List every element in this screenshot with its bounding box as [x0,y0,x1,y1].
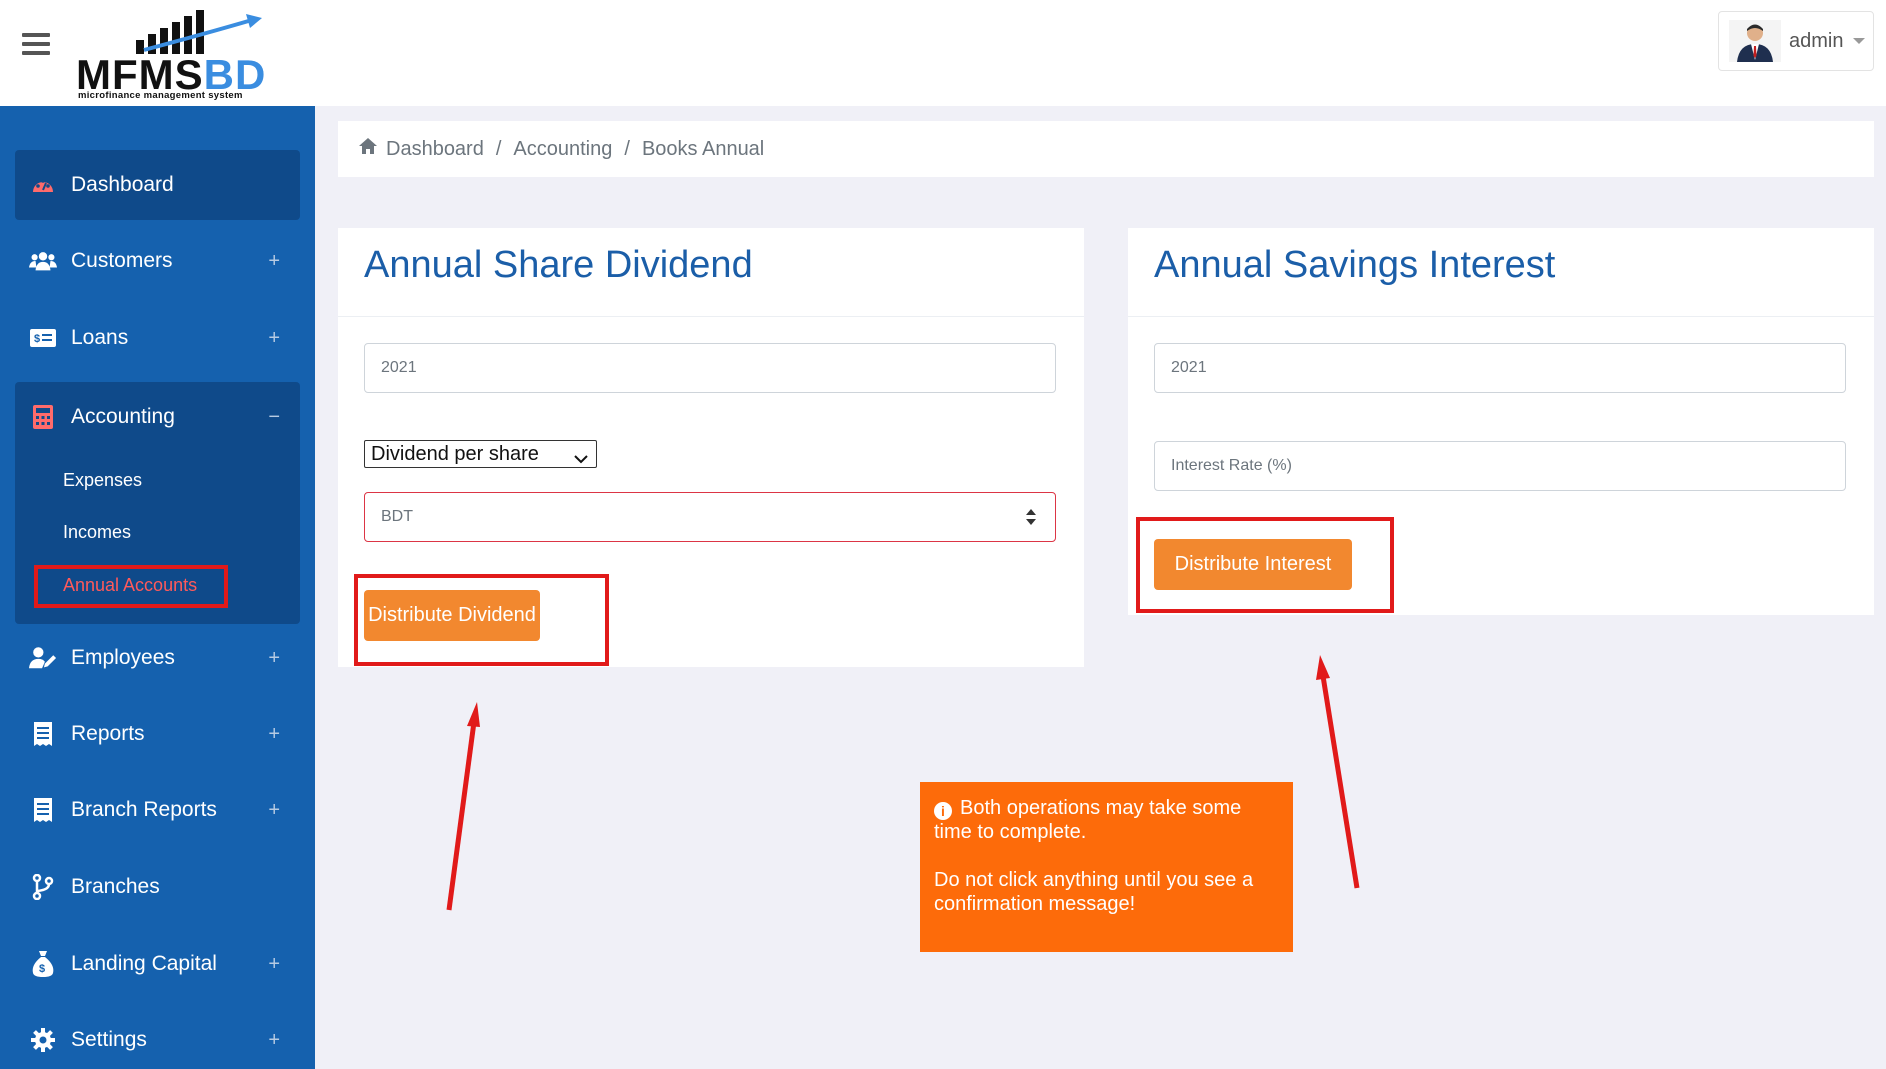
users-icon [29,247,57,275]
sidebar-item-label: Branch Reports [71,798,217,821]
sidebar-item-label: Customers [71,249,173,272]
arrow-to-dividend-button [446,702,480,911]
warning-notice: i Both operations may take some time to c… [920,782,1293,952]
palette-icon [29,171,57,199]
card-divider [1128,316,1874,317]
user-name: admin [1789,29,1844,52]
svg-text:$: $ [34,333,40,345]
notice-line-2: Do not click anything until you see a co… [934,869,1254,915]
arrow-to-interest-button [1316,655,1360,889]
menu-toggle-icon[interactable] [22,33,50,55]
dividend-year-input[interactable]: 2021 [364,343,1056,393]
sidebar-item-dashboard[interactable]: Dashboard [15,150,300,220]
interest-year-input[interactable]: 2021 [1154,343,1846,393]
user-avatar [1729,20,1781,62]
breadcrumb-accounting[interactable]: Accounting [513,138,612,161]
sidebar-item-label: Settings [71,1028,147,1051]
sidebar-item-loans[interactable]: $ Loans + [15,303,300,373]
chevron-down-icon [1853,38,1866,44]
sidebar-item-label: Reports [71,722,145,745]
sidebar-item-branch-reports[interactable]: Branch Reports + [15,775,300,845]
expand-icon[interactable]: + [268,250,280,273]
sidebar-item-customers[interactable]: Customers + [15,226,300,296]
expand-icon[interactable]: + [268,1029,280,1052]
home-icon [358,137,378,161]
highlight-distribute-dividend [354,574,609,666]
dividend-card-title: Annual Share Dividend [364,244,753,286]
breadcrumb-separator: / [495,137,502,160]
money-bill-icon: $ [29,324,57,352]
expand-icon[interactable]: + [268,799,280,822]
sidebar-item-label: Branches [71,875,160,898]
breadcrumb-separator: / [624,137,630,160]
breadcrumb: Dashboard / Accounting / Books Annual [338,121,1874,177]
gear-icon [29,1026,57,1054]
breadcrumb-dashboard[interactable]: Dashboard [386,138,484,161]
sidebar-item-label: Loans [71,326,129,349]
number-spinner-icon[interactable] [1025,507,1037,527]
user-menu[interactable]: admin [1718,11,1874,71]
card-divider [338,316,1084,317]
sidebar-item-label: Landing Capital [71,952,217,975]
breadcrumb-current: Books Annual [641,137,765,160]
expand-icon[interactable]: + [268,647,280,670]
sidebar-item-reports[interactable]: Reports + [15,699,300,769]
highlight-distribute-interest [1136,517,1394,613]
interest-card-title: Annual Savings Interest [1154,244,1556,286]
dividend-type-select[interactable]: Dividend per share [364,440,597,468]
svg-text:$: $ [39,963,45,975]
sidebar-item-label: Employees [71,646,175,669]
chevron-down-icon [574,447,588,470]
receipt-icon [29,720,57,748]
sidebar-item-landing-capital[interactable]: $ Landing Capital + [15,929,300,999]
dividend-type-selected: Dividend per share [371,442,539,465]
logo-tagline: microfinance management system [78,90,243,101]
sidebar-subitem-incomes[interactable]: Incomes [63,522,131,543]
dividend-amount-input[interactable]: BDT [364,492,1056,542]
interest-rate-input[interactable]: Interest Rate (%) [1154,441,1846,491]
sidebar-item-settings[interactable]: Settings + [15,1005,300,1069]
expand-icon[interactable]: + [268,327,280,350]
sidebar-item-accounting[interactable]: Accounting − [15,382,300,452]
highlight-annual-accounts [34,565,228,608]
sidebar-item-employees[interactable]: Employees + [15,623,300,693]
expand-icon[interactable]: + [268,723,280,746]
code-branch-icon [29,873,57,901]
brand-logo[interactable]: MFMSBD microfinance management system [74,4,274,102]
collapse-icon[interactable]: − [268,406,280,429]
receipt-icon [29,796,57,824]
dividend-amount-placeholder: BDT [381,508,413,525]
sidebar-item-label: Dashboard [71,173,174,196]
calculator-icon [29,403,57,431]
top-bar: MFMSBD microfinance management system ad… [0,0,1886,106]
info-icon: i [934,802,952,820]
notice-line-1: Both operations may take some time to co… [934,797,1242,843]
expand-icon[interactable]: + [268,953,280,976]
sidebar-item-branches[interactable]: Branches [15,852,300,922]
user-edit-icon [29,644,57,672]
sidebar-item-label: Accounting [71,405,175,428]
sidebar-subitem-expenses[interactable]: Expenses [63,470,142,491]
money-bag-icon: $ [29,950,57,978]
